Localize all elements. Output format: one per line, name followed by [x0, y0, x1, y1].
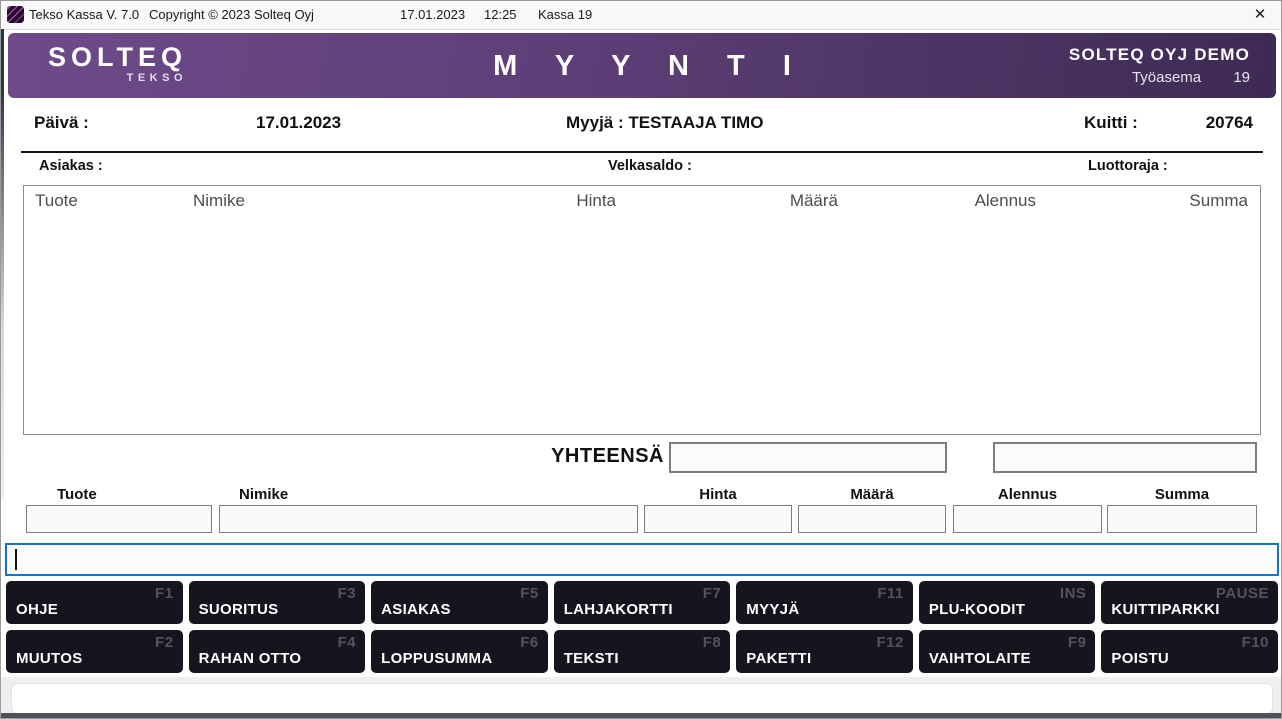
entry-input-tuote[interactable] [26, 505, 212, 533]
entry-label-hinta: Hinta [644, 486, 792, 503]
command-input[interactable] [5, 543, 1279, 576]
workstation-info: Työasema 19 [1069, 69, 1250, 86]
key-badge-f1: F1 [155, 585, 174, 602]
column-header-tuote: Tuote [24, 191, 182, 211]
seller-info: Myyjä : TESTAAJA TIMO [566, 113, 763, 133]
credit-label: Luottoraja : [1088, 158, 1168, 174]
key-badge-f10: F10 [1242, 634, 1269, 651]
close-icon[interactable]: ✕ [1249, 4, 1271, 26]
key-badge-pause: PAUSE [1216, 585, 1269, 602]
divider-rule [21, 151, 1263, 153]
ohje-button[interactable]: F1 OHJE [6, 581, 183, 624]
total-label: YHTEENSÄ [501, 445, 664, 468]
total-secondary-field [993, 442, 1257, 473]
key-badge-ins: INS [1060, 585, 1087, 602]
paketti-button[interactable]: F12 PAKETTI [736, 630, 913, 673]
seller-label: Myyjä : [566, 113, 624, 132]
key-badge-f2: F2 [155, 634, 174, 651]
key-badge-f11: F11 [877, 585, 904, 602]
asiakas-button[interactable]: F5 ASIAKAS [371, 581, 548, 624]
column-header-hinta: Hinta [469, 191, 626, 211]
entry-label-tuote: Tuote [26, 486, 212, 503]
entry-label-maara: Määrä [798, 486, 946, 503]
key-badge-f8: F8 [703, 634, 722, 651]
rahan-otto-button[interactable]: F4 RAHAN OTTO [189, 630, 366, 673]
titlebar-date: 17.01.2023 [400, 7, 465, 22]
table-header-row: Tuote Nimike Hinta Määrä Alennus Summa [24, 186, 1260, 216]
date-label: Päivä : [34, 113, 89, 133]
seller-value: TESTAAJA TIMO [628, 113, 763, 132]
customer-label: Asiakas : [39, 158, 103, 174]
date-value: 17.01.2023 [256, 113, 341, 133]
entry-input-hinta[interactable] [644, 505, 792, 533]
receipt-label: Kuitti : [1084, 113, 1138, 133]
plu-koodit-button[interactable]: INS PLU-KOODIT [919, 581, 1096, 624]
column-header-alennus: Alennus [848, 191, 1046, 211]
sales-table: Tuote Nimike Hinta Määrä Alennus Summa [23, 185, 1261, 435]
key-badge-f6: F6 [520, 634, 539, 651]
receipt-number: 20764 [1153, 113, 1253, 133]
tekso-kassa-window: Tekso Kassa V. 7.0 Copyright © 2023 Solt… [0, 0, 1282, 719]
key-badge-f4: F4 [338, 634, 357, 651]
key-badge-f5: F5 [520, 585, 539, 602]
entry-input-summa[interactable] [1107, 505, 1257, 533]
function-key-grid: F1 OHJE F3 SUORITUS F5 ASIAKAS F7 LAHJAK… [6, 581, 1278, 673]
total-amount-field [669, 442, 947, 473]
register-id: Kassa 19 [538, 7, 592, 22]
status-bar [11, 683, 1273, 714]
entry-label-alennus: Alennus [953, 486, 1102, 503]
suoritus-button[interactable]: F3 SUORITUS [189, 581, 366, 624]
column-header-maara: Määrä [626, 191, 848, 211]
company-name: SOLTEQ OYJ DEMO [1069, 45, 1250, 65]
loppusumma-button[interactable]: F6 LOPPUSUMMA [371, 630, 548, 673]
key-badge-f7: F7 [703, 585, 722, 602]
bottom-edge [1, 713, 1281, 718]
workstation-number: 19 [1233, 69, 1250, 86]
entry-label-nimike: Nimike [219, 486, 638, 503]
entry-input-nimike[interactable] [219, 505, 638, 533]
app-icon [7, 6, 24, 23]
copyright-text: Copyright © 2023 Solteq Oyj [149, 7, 314, 22]
table-body-empty [24, 216, 1260, 434]
text-cursor [15, 549, 17, 570]
key-badge-f3: F3 [338, 585, 357, 602]
titlebar-time: 12:25 [484, 7, 517, 22]
window-edge [1, 29, 4, 499]
workstation-label: Työasema [1132, 69, 1201, 86]
column-header-nimike: Nimike [182, 191, 469, 211]
key-badge-f12: F12 [876, 634, 903, 651]
poistu-button[interactable]: F10 POISTU [1101, 630, 1278, 673]
vaihtolaite-button[interactable]: F9 VAIHTOLAITE [919, 630, 1096, 673]
titlebar[interactable]: Tekso Kassa V. 7.0 Copyright © 2023 Solt… [1, 1, 1281, 30]
window-title: Tekso Kassa V. 7.0 [29, 7, 139, 22]
muutos-button[interactable]: F2 MUUTOS [6, 630, 183, 673]
column-header-summa: Summa [1046, 191, 1260, 211]
sales-header-banner: SOLTEQ TEKSO M Y Y N T I SOLTEQ OYJ DEMO… [8, 33, 1276, 98]
myyja-button[interactable]: F11 MYYJÄ [736, 581, 913, 624]
company-block: SOLTEQ OYJ DEMO Työasema 19 [1069, 45, 1250, 86]
entry-input-maara[interactable] [798, 505, 946, 533]
key-badge-f9: F9 [1068, 634, 1087, 651]
debt-label: Velkasaldo : [608, 158, 692, 174]
entry-label-summa: Summa [1107, 486, 1257, 503]
lahjakortti-button[interactable]: F7 LAHJAKORTTI [554, 581, 731, 624]
teksti-button[interactable]: F8 TEKSTI [554, 630, 731, 673]
entry-input-alennus[interactable] [953, 505, 1102, 533]
kuittiparkki-button[interactable]: PAUSE KUITTIPARKKI [1101, 581, 1278, 624]
